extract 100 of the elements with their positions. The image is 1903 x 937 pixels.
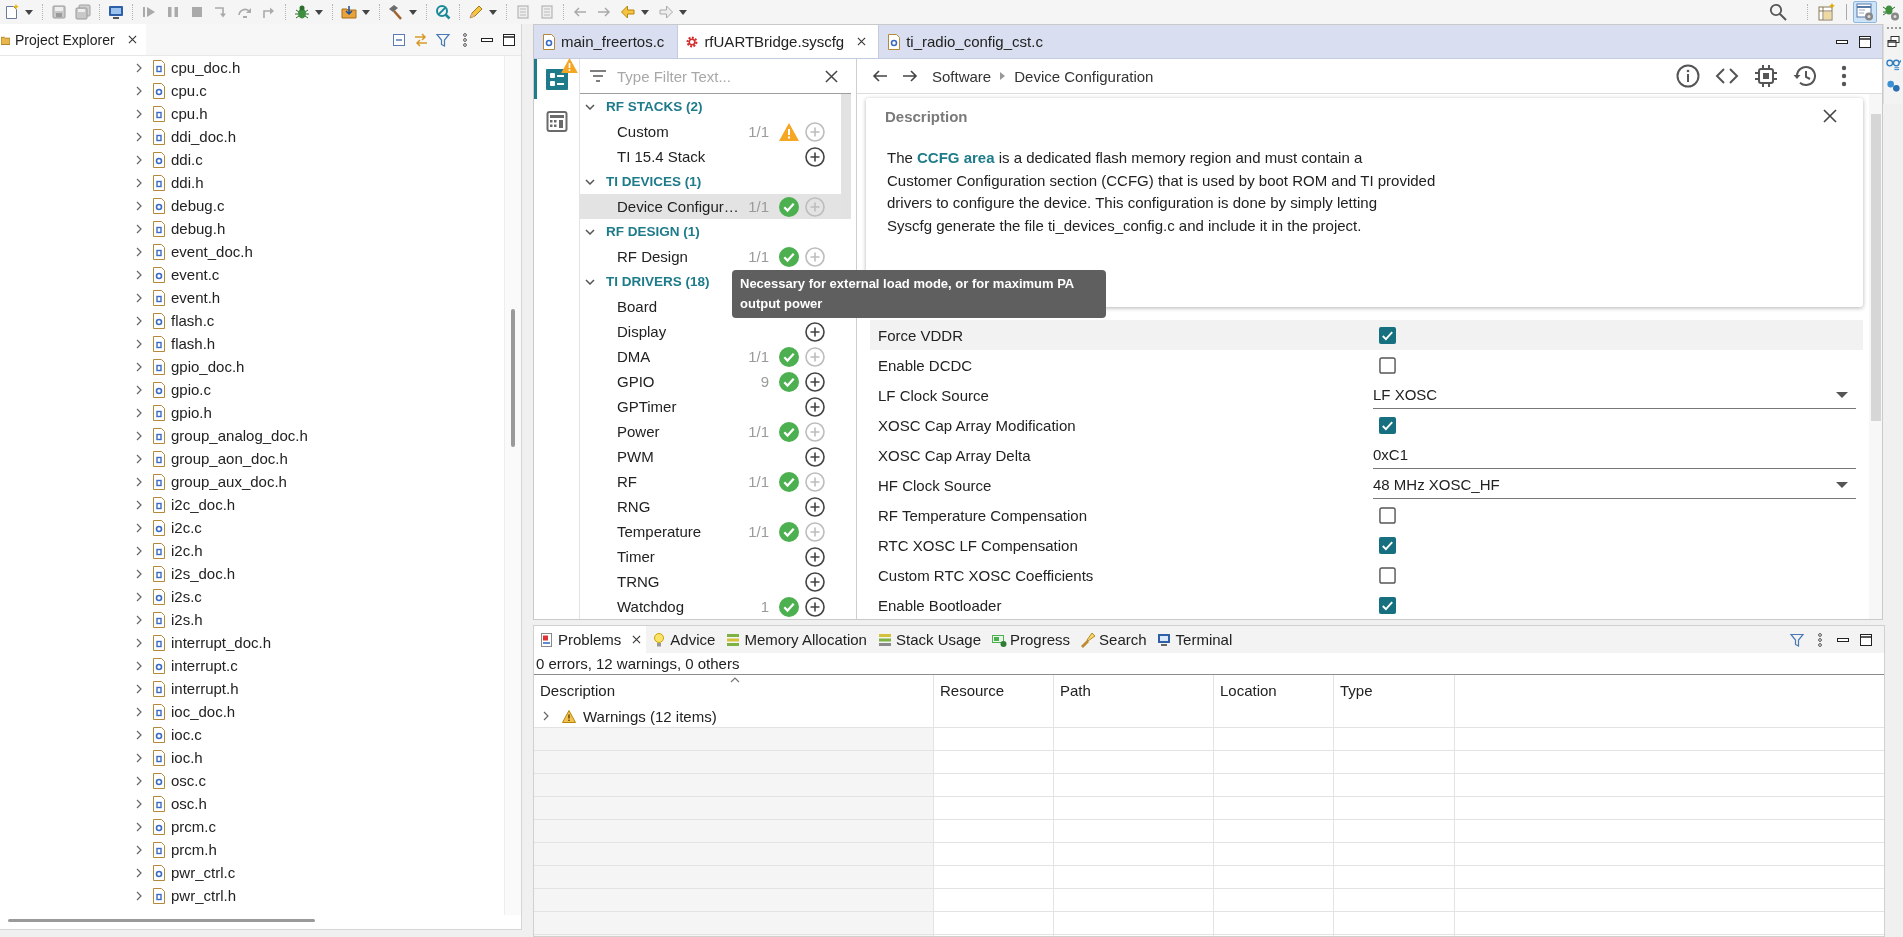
file-tree-item[interactable]: gpio_doc.h [0,355,504,378]
chevron-right-icon[interactable] [135,338,143,349]
file-tree-item[interactable]: i2c.c [0,516,504,539]
chevron-right-icon[interactable] [135,430,143,441]
editor-tab[interactable]: rfUARTBridge.syscfg [677,25,880,58]
chevron-right-icon[interactable] [135,729,143,740]
chevron-down-icon[interactable] [585,178,595,185]
chevron-right-icon[interactable] [135,131,143,142]
breadcrumb-item[interactable]: Software [932,67,992,85]
caret-icon[interactable] [25,9,33,15]
chevron-right-icon[interactable] [135,246,143,257]
chevron-right-icon[interactable] [135,522,143,533]
category-header[interactable]: TI DRIVERS (18) [580,269,714,294]
file-tree-item[interactable]: cpu.c [0,79,504,102]
file-tree-item[interactable]: event_doc.h [0,240,504,263]
chip-icon[interactable] [1754,64,1778,88]
add-icon[interactable] [805,596,825,617]
category-header[interactable]: RF DESIGN (1) [580,219,704,244]
monitor-icon[interactable] [108,4,124,20]
add-icon[interactable] [805,371,825,392]
maximize-icon[interactable] [1858,631,1874,648]
maximize-icon[interactable] [1857,33,1873,50]
add-icon[interactable] [805,571,825,592]
filter-field[interactable]: Type Filter Text... [617,67,825,85]
close-icon[interactable] [857,37,867,46]
file-tree-item[interactable]: interrupt.h [0,677,504,700]
add-icon[interactable] [805,546,825,567]
chevron-right-icon[interactable] [135,476,143,487]
dots-icon[interactable] [1886,79,1901,93]
file-tree-item[interactable]: event.c [0,263,504,286]
category-header[interactable]: TI DEVICES (1) [580,169,706,194]
chevron-right-icon[interactable] [135,200,143,211]
module-item[interactable]: TI 15.4 Stack [580,144,841,169]
module-item[interactable]: TRNG [580,569,841,594]
file-tree-item[interactable]: cpu.h [0,102,504,125]
view-tab[interactable]: Search [1075,626,1152,653]
chevron-right-icon[interactable] [135,108,143,119]
file-tree-item[interactable]: i2s.h [0,608,504,631]
chevron-down-icon[interactable] [585,228,595,235]
view-tab[interactable]: Stack Usage [871,626,986,653]
file-tree-item[interactable]: i2c.h [0,539,504,562]
filter-icon[interactable] [1789,631,1805,648]
add-icon[interactable] [805,396,825,417]
column-header[interactable]: Path [1054,675,1214,705]
module-item[interactable]: Power 1/1 [580,419,841,444]
chevron-right-icon[interactable] [135,384,143,395]
module-item[interactable]: PWM [580,444,841,469]
chevron-right-icon[interactable] [135,292,143,303]
chevron-right-icon[interactable] [135,798,143,809]
file-tree-item[interactable]: ioc_doc.h [0,700,504,723]
close-icon[interactable] [127,35,137,44]
chevron-right-icon[interactable] [135,407,143,418]
module-item[interactable]: RF Design 1/1 [580,244,841,269]
chevron-right-icon[interactable] [135,637,143,648]
chevron-right-icon[interactable] [135,821,143,832]
forward-icon[interactable] [902,68,918,84]
filter-icon[interactable] [590,70,606,82]
file-tree-item[interactable]: i2s.c [0,585,504,608]
file-tree-item[interactable]: debug.h [0,217,504,240]
chevron-right-icon[interactable] [135,177,143,188]
chevron-right-icon[interactable] [135,568,143,579]
dropdown[interactable]: 48 MHz XOSC_HF [1373,471,1856,499]
chevron-right-icon[interactable] [135,453,143,464]
chevron-right-icon[interactable] [542,711,550,721]
chevron-right-icon[interactable] [135,545,143,556]
editor-tab[interactable]: ti_radio_config_cst.c [879,25,1056,58]
file-tree-item[interactable]: prcm.c [0,815,504,838]
file-tree-item[interactable]: osc.c [0,769,504,792]
category-header[interactable]: RF STACKS (2) [580,94,707,119]
chevron-right-icon[interactable] [135,269,143,280]
module-item[interactable]: GPTimer [580,394,841,419]
file-tree-item[interactable]: group_aux_doc.h [0,470,504,493]
column-header[interactable]: Resource [934,675,1054,705]
maximize-icon[interactable] [501,31,517,48]
file-tree-item[interactable]: ddi_doc.h [0,125,504,148]
dropdown[interactable]: LF XOSC [1373,381,1856,409]
file-tree-item[interactable]: ioc.h [0,746,504,769]
file-tree-item[interactable]: interrupt.c [0,654,504,677]
file-tree-item[interactable]: ddi.h [0,171,504,194]
column-header[interactable]: Location [1214,675,1334,705]
view-tab[interactable]: Progress [986,626,1076,653]
file-tree-item[interactable]: group_analog_doc.h [0,424,504,447]
module-item[interactable]: RF 1/1 [580,469,841,494]
bug-icon[interactable] [294,4,310,20]
chevron-right-icon[interactable] [135,752,143,763]
file-tree-item[interactable]: gpio.c [0,378,504,401]
chevron-right-icon[interactable] [135,660,143,671]
add-icon[interactable] [805,321,825,342]
info-icon[interactable] [1676,64,1700,88]
close-icon[interactable] [632,635,642,644]
chevron-right-icon[interactable] [135,154,143,165]
panel-tab[interactable]: Project Explorer [0,24,146,55]
file-tree-item[interactable]: flash.c [0,309,504,332]
chevron-right-icon[interactable] [135,683,143,694]
magnifier-slash-icon[interactable] [435,4,451,20]
filter-icon[interactable] [435,31,451,48]
tree-item-label[interactable]: Warnings (12 items) [583,707,717,725]
text-field[interactable]: 0xC1 [1373,441,1856,469]
module-item[interactable]: DMA 1/1 [580,344,841,369]
module-item[interactable]: Device Configur… 1/1 [580,194,841,219]
